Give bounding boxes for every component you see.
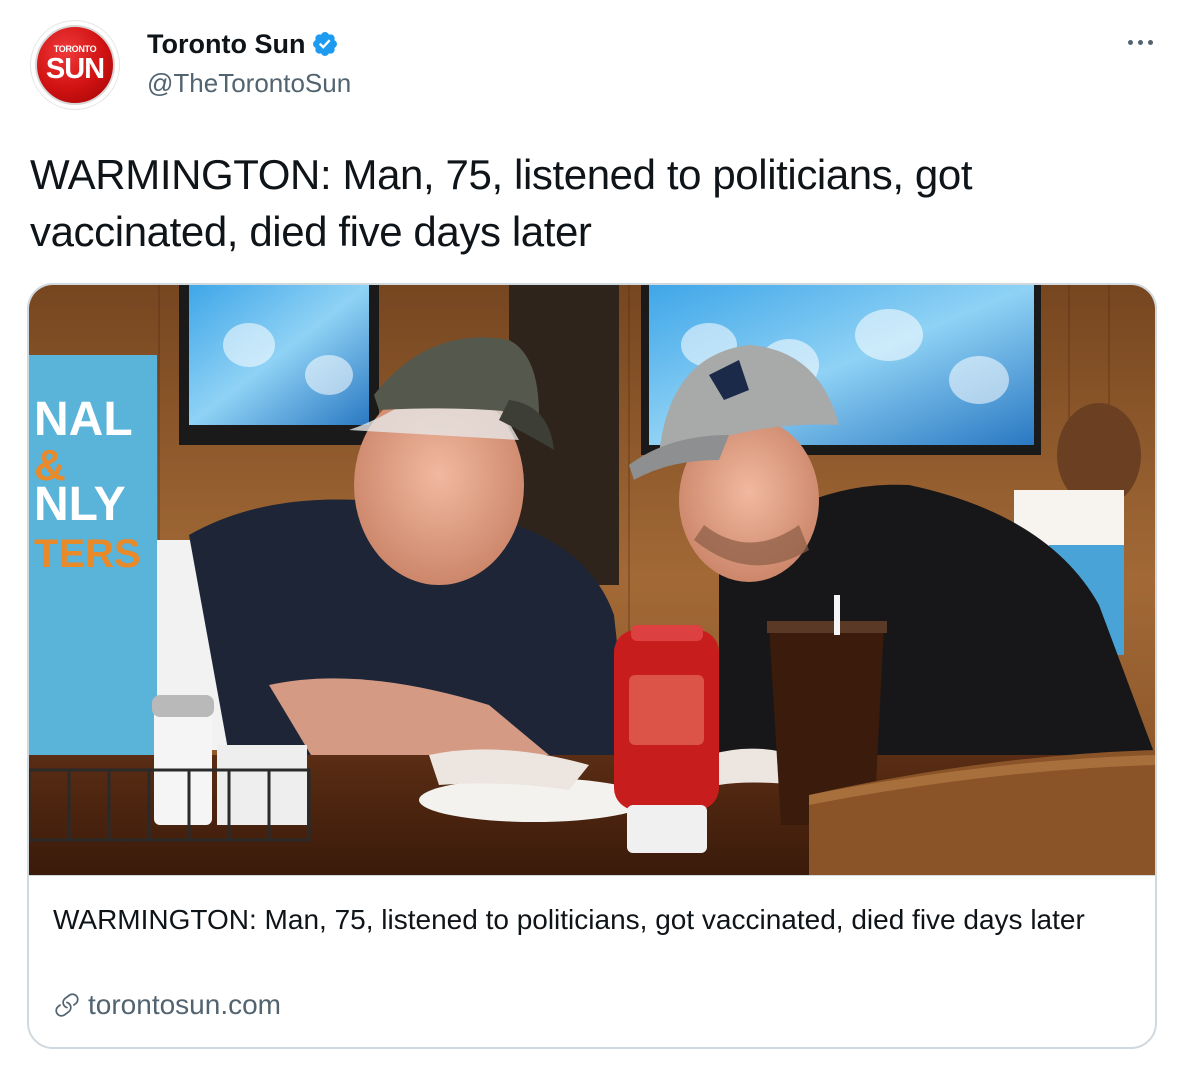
tweet: TORONTO SUN Toronto Sun @TheTorontoSun W… <box>0 0 1182 1074</box>
link-icon <box>55 993 79 1017</box>
card-domain[interactable]: torontosun.com <box>53 985 281 1025</box>
more-dot <box>1137 39 1143 45</box>
card-divider <box>29 875 1155 876</box>
author-handle[interactable]: @TheTorontoSun <box>147 68 351 99</box>
more-dot <box>1147 39 1153 45</box>
more-dot <box>1127 39 1133 45</box>
sign-text-3: NLY <box>34 478 126 531</box>
logo-text-main: SUN <box>45 53 105 85</box>
more-options-icon[interactable] <box>1118 28 1162 56</box>
tweet-text: WARMINGTON: Man, 75, listened to politic… <box>30 151 973 255</box>
card-domain-text: torontosun.com <box>88 989 281 1020</box>
sign-text-4: TERS <box>34 532 141 576</box>
avatar[interactable]: TORONTO SUN <box>30 20 120 110</box>
toronto-sun-logo: TORONTO SUN <box>35 25 115 105</box>
sign-text-1: NAL <box>34 393 133 446</box>
card-title[interactable]: WARMINGTON: Man, 75, listened to politic… <box>53 900 1133 940</box>
author-name-row: Toronto Sun <box>147 26 339 62</box>
verified-badge-icon <box>313 32 338 56</box>
card-image[interactable]: NAL & NLY TERS <box>29 285 1155 875</box>
link-card[interactable]: NAL & NLY TERS WARMINGTON: Man, 75, list… <box>27 283 1157 1049</box>
display-name[interactable]: Toronto Sun <box>147 29 305 60</box>
